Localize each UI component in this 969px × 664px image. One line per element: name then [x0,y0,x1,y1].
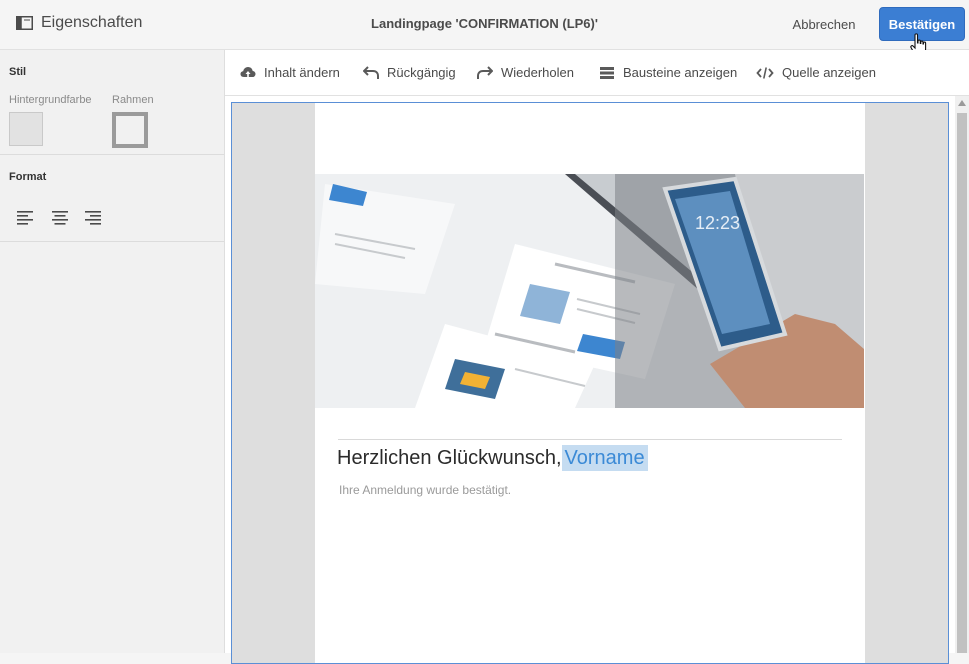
undo-icon [363,65,379,79]
background-color-label: Hintergrundfarbe [9,94,92,106]
landing-page-frame[interactable]: 12:23 Herzlichen Glückwunsch, Vorname Ihr… [231,102,949,664]
top-bar: Eigenschaften Landingpage 'CONFIRMATION … [0,0,969,56]
confirmation-message[interactable]: Ihre Anmeldung wurde bestätigt. [339,483,511,497]
properties-panel-toggle[interactable]: Eigenschaften [16,14,142,32]
cloud-upload-icon [240,66,256,79]
scroll-thumb[interactable] [957,113,967,653]
greeting-text: Herzlichen Glückwunsch, [337,447,562,469]
align-left-icon[interactable] [16,209,36,227]
show-blocks-label: Bausteine anzeigen [623,65,738,80]
hero-image[interactable]: 12:23 [315,174,864,408]
border-swatch[interactable] [112,112,148,148]
landing-page: 12:23 Herzlichen Glückwunsch, Vorname Ihr… [315,103,865,663]
redo-icon [477,65,493,79]
undo-button[interactable]: Rückgängig [363,50,456,95]
content-divider [338,439,842,440]
scroll-up-arrow-icon[interactable] [958,100,966,106]
sidebar-panel-icon [16,16,33,30]
border-label: Rahmen [112,94,154,106]
show-source-label: Quelle anzeigen [782,65,876,80]
cancel-button[interactable]: Abbrechen [782,9,866,40]
code-icon [756,66,774,79]
format-section: Format [0,155,224,242]
background-color-swatch[interactable] [9,112,43,146]
panel-title: Eigenschaften [41,14,143,31]
undo-label: Rückgängig [387,65,456,80]
properties-sidebar: Stil Hintergrundfarbe Rahmen Format [0,50,225,653]
show-blocks-button[interactable]: Bausteine anzeigen [599,50,737,95]
align-right-icon[interactable] [83,209,103,227]
svg-text:12:23: 12:23 [695,213,740,233]
personalization-field-firstname[interactable]: Vorname [561,445,648,471]
redo-button[interactable]: Wiederholen [477,50,574,95]
confirm-button[interactable]: Bestätigen [879,7,965,41]
blocks-icon [600,66,614,79]
show-source-button[interactable]: Quelle anzeigen [756,50,876,95]
style-section-title: Stil [9,66,27,78]
editor-toolbar: Inhalt ändern Rückgängig Wiederholen Bau… [225,50,969,96]
redo-label: Wiederholen [501,65,574,80]
format-section-title: Format [9,171,47,183]
greeting-headline[interactable]: Herzlichen Glückwunsch, Vorname [337,445,648,471]
change-content-button[interactable]: Inhalt ändern [240,50,340,95]
canvas-scrollbar[interactable] [955,96,969,653]
change-content-label: Inhalt ändern [264,65,340,80]
align-center-icon[interactable] [50,209,70,227]
editor-canvas: 12:23 Herzlichen Glückwunsch, Vorname Ihr… [225,96,969,664]
style-section: Stil Hintergrundfarbe Rahmen [0,50,224,155]
